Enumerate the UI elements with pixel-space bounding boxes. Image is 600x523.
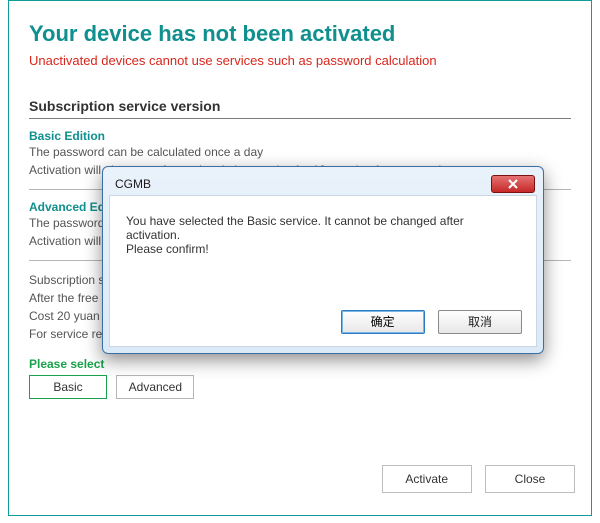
header: Your device has not been activated Unact… (9, 1, 591, 68)
basic-line-1: The password can be calculated once a da… (29, 143, 571, 161)
dialog-titlebar: CGMB (109, 173, 537, 195)
dialog-body: You have selected the Basic service. It … (109, 195, 537, 347)
warning-subtitle: Unactivated devices cannot use services … (29, 53, 571, 68)
select-label: Please select (29, 357, 571, 371)
select-advanced-button[interactable]: Advanced (116, 375, 194, 399)
close-icon (508, 179, 518, 189)
dialog-cancel-button[interactable]: 取消 (438, 310, 522, 334)
dialog-message-line-2: Please confirm! (126, 242, 520, 256)
dialog-title: CGMB (115, 177, 151, 191)
section-title: Subscription service version (29, 98, 571, 119)
page-title: Your device has not been activated (29, 21, 571, 47)
dialog-message-line-1: You have selected the Basic service. It … (126, 214, 520, 242)
select-basic-button[interactable]: Basic (29, 375, 107, 399)
basic-edition-heading: Basic Edition (29, 129, 571, 143)
select-row: Basic Advanced (29, 375, 571, 399)
activate-button[interactable]: Activate (382, 465, 472, 493)
dialog-close-button[interactable] (491, 175, 535, 193)
confirm-dialog: CGMB You have selected the Basic service… (102, 166, 544, 354)
dialog-buttons: 确定 取消 (331, 310, 522, 334)
close-button[interactable]: Close (485, 465, 575, 493)
footer-buttons: Activate Close (372, 465, 575, 493)
dialog-ok-button[interactable]: 确定 (341, 310, 425, 334)
